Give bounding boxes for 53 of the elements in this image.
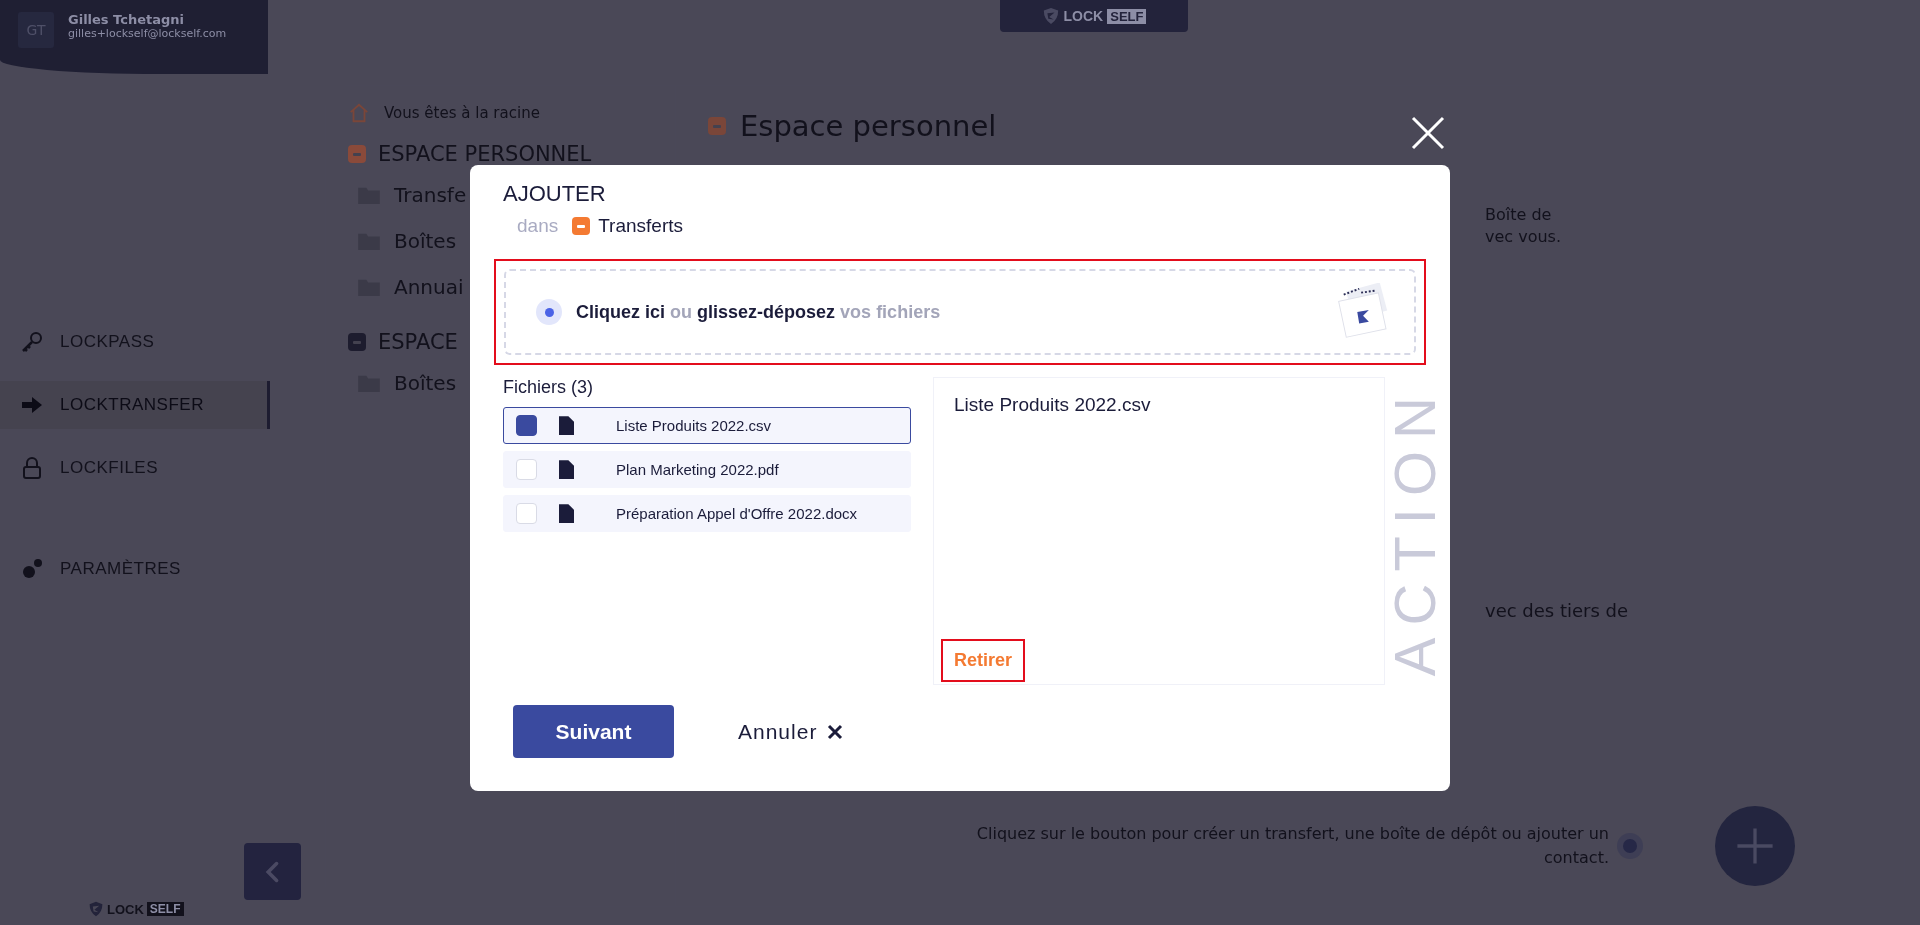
folder-item[interactable]: Annuai <box>394 275 464 299</box>
shield-logo-icon <box>1041 7 1060 25</box>
nav-item[interactable]: LOCKTRANSFER <box>0 381 270 429</box>
radio-dot-icon <box>536 299 562 325</box>
key-icon <box>20 330 44 354</box>
hint-text: Cliquez sur le bouton pour créer un transfert, une boîte de dépôt ou ajouter un contact. <box>975 823 1609 869</box>
files-heading: Fichiers (3) <box>503 377 594 398</box>
description-text: vec des tiers de <box>1485 600 1629 621</box>
file-row[interactable]: Plan Marketing 2022.pdf <box>503 451 911 488</box>
file-name: Liste Produits 2022.csv <box>616 417 772 434</box>
description-text: Boîte de <box>1485 204 1553 226</box>
folder-badge-icon <box>572 217 591 235</box>
nav-item[interactable]: LOCKPASS <box>0 318 248 366</box>
document-icon <box>559 416 574 435</box>
shield-logo-icon <box>88 901 104 917</box>
brand-wordmark: LOCK <box>107 901 144 917</box>
home-icon <box>348 102 370 124</box>
brand-tag: SELF <box>146 902 184 916</box>
breadcrumb-text: Vous êtes à la racine <box>384 104 540 122</box>
file-dropzone[interactable]: Cliquez ici ou glissez-déposez vos fichiers <box>504 269 1416 355</box>
space-badge <box>708 117 726 135</box>
remove-link[interactable]: Retirer <box>941 639 1026 682</box>
file-name: Plan Marketing 2022.pdf <box>616 461 779 478</box>
padlock-icon <box>20 456 44 480</box>
close-icon <box>827 723 844 740</box>
document-icon <box>559 504 574 523</box>
file-name: Préparation Appel d'Offre 2022.docx <box>616 505 858 522</box>
description-text: vec vous. <box>1485 226 1562 248</box>
preview-file-name: Liste Produits 2022.csv <box>954 394 1152 416</box>
folder-item[interactable]: Transfe <box>394 183 467 207</box>
folder-item[interactable]: Boîtes <box>394 229 457 253</box>
brand-tag: SELF <box>1107 8 1147 24</box>
checkbox[interactable] <box>516 415 537 436</box>
dropzone-text: Cliquez ici ou glissez-déposez vos fichiers <box>576 301 942 323</box>
space-title[interactable]: ESPACE PERSONNEL <box>378 142 592 166</box>
next-button[interactable]: Suivant <box>513 705 674 758</box>
document-icon <box>559 460 574 479</box>
close-button[interactable] <box>1410 115 1446 151</box>
nav-item[interactable]: PARAMÈTRES <box>0 545 248 593</box>
dialog-title: AJOUTER <box>503 181 607 207</box>
location-prefix: dans <box>517 215 559 237</box>
location-name: Transferts <box>598 215 684 237</box>
space-title[interactable]: ESPACE <box>378 330 458 354</box>
user-email: gilles+lockself@lockself.com <box>68 27 227 40</box>
page-title: Espace personnel <box>740 109 997 143</box>
user-name: Gilles Tchetagni <box>68 12 186 27</box>
nav-item[interactable]: LOCKFILES <box>0 444 248 492</box>
collapse-sidebar-button[interactable] <box>244 843 301 900</box>
brand-wordmark: LOCK <box>1063 8 1104 24</box>
file-row[interactable]: Liste Produits 2022.csv <box>503 407 911 444</box>
file-row[interactable]: Préparation Appel d'Offre 2022.docx <box>503 495 911 532</box>
folder-item[interactable]: Boîtes <box>394 371 457 395</box>
cancel-button[interactable]: Annuler <box>738 719 844 744</box>
